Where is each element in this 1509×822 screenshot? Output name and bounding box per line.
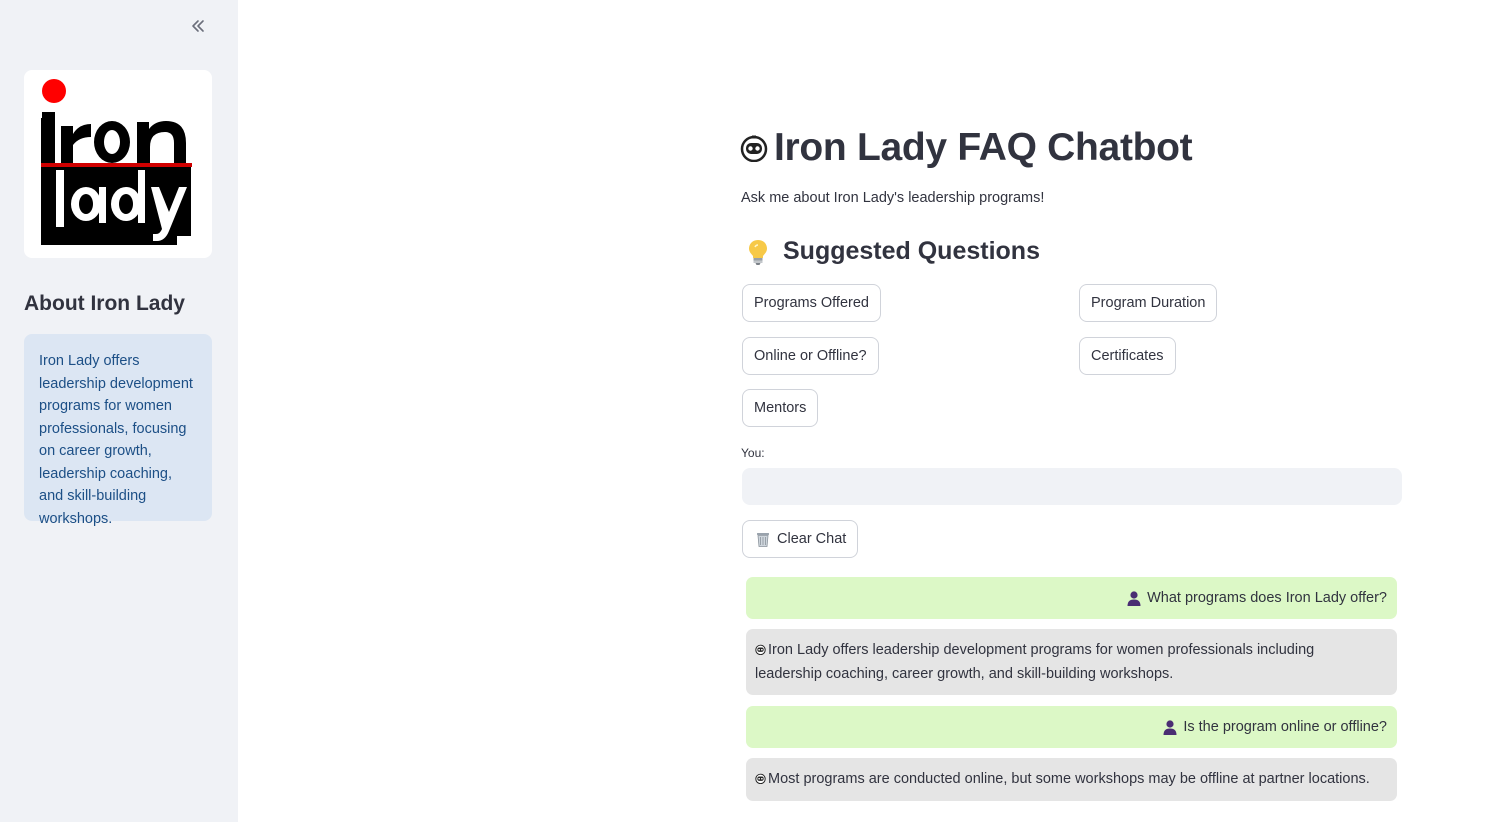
chat-message-bot: Iron Lady offers leadership development … <box>746 629 1397 695</box>
wastebasket-icon <box>757 532 769 547</box>
chat-message-text: Most programs are conducted online, but … <box>768 771 1370 787</box>
chat-message-bot: Most programs are conducted online, but … <box>746 758 1397 801</box>
robot-face-icon <box>740 135 768 162</box>
subtitle: Ask me about Iron Lady's leadership prog… <box>741 190 1045 206</box>
user-icon <box>1127 591 1141 606</box>
chat-message-text: What programs does Iron Lady offer? <box>1147 590 1387 606</box>
double-chevron-left-icon <box>192 20 204 32</box>
suggested-questions-heading: Suggested Questions <box>745 237 1040 266</box>
about-info-box: Iron Lady offers leadership development … <box>24 334 212 527</box>
page-title: Iron Lady FAQ Chatbot <box>740 126 1193 170</box>
clear-chat-button[interactable]: Clear Chat <box>742 520 859 558</box>
lightbulb-icon <box>749 239 767 265</box>
suggested-heading-text: Suggested Questions <box>783 237 1040 265</box>
suggested-online-offline-button[interactable]: Online or Offline? <box>742 337 879 375</box>
chat-message-user: Is the program online or offline? <box>746 706 1397 748</box>
iron-lady-logo <box>24 70 212 258</box>
robot-face-icon <box>755 644 766 655</box>
user-icon <box>1163 720 1177 735</box>
sidebar-heading: About Iron Lady <box>24 292 185 315</box>
sidebar: About Iron Lady Iron Lady offers leaders… <box>0 0 238 822</box>
chat-message-text: Is the program online or offline? <box>1183 719 1387 735</box>
chat-input-label: You: <box>741 446 765 460</box>
robot-face-icon <box>755 773 766 784</box>
chat-message-user: What programs does Iron Lady offer? <box>746 577 1397 619</box>
collapse-sidebar-button[interactable] <box>186 14 210 38</box>
chat-input[interactable] <box>742 468 1402 505</box>
suggested-certificates-button[interactable]: Certificates <box>1079 337 1176 375</box>
logo-image <box>41 79 194 245</box>
suggested-mentors-button[interactable]: Mentors <box>742 389 819 427</box>
clear-chat-label: Clear Chat <box>777 531 847 547</box>
suggested-programs-offered-button[interactable]: Programs Offered <box>742 284 881 322</box>
suggested-program-duration-button[interactable]: Program Duration <box>1079 284 1218 322</box>
chat-message-text: Iron Lady offers leadership development … <box>755 642 1315 682</box>
page-title-text: Iron Lady FAQ Chatbot <box>774 126 1193 169</box>
